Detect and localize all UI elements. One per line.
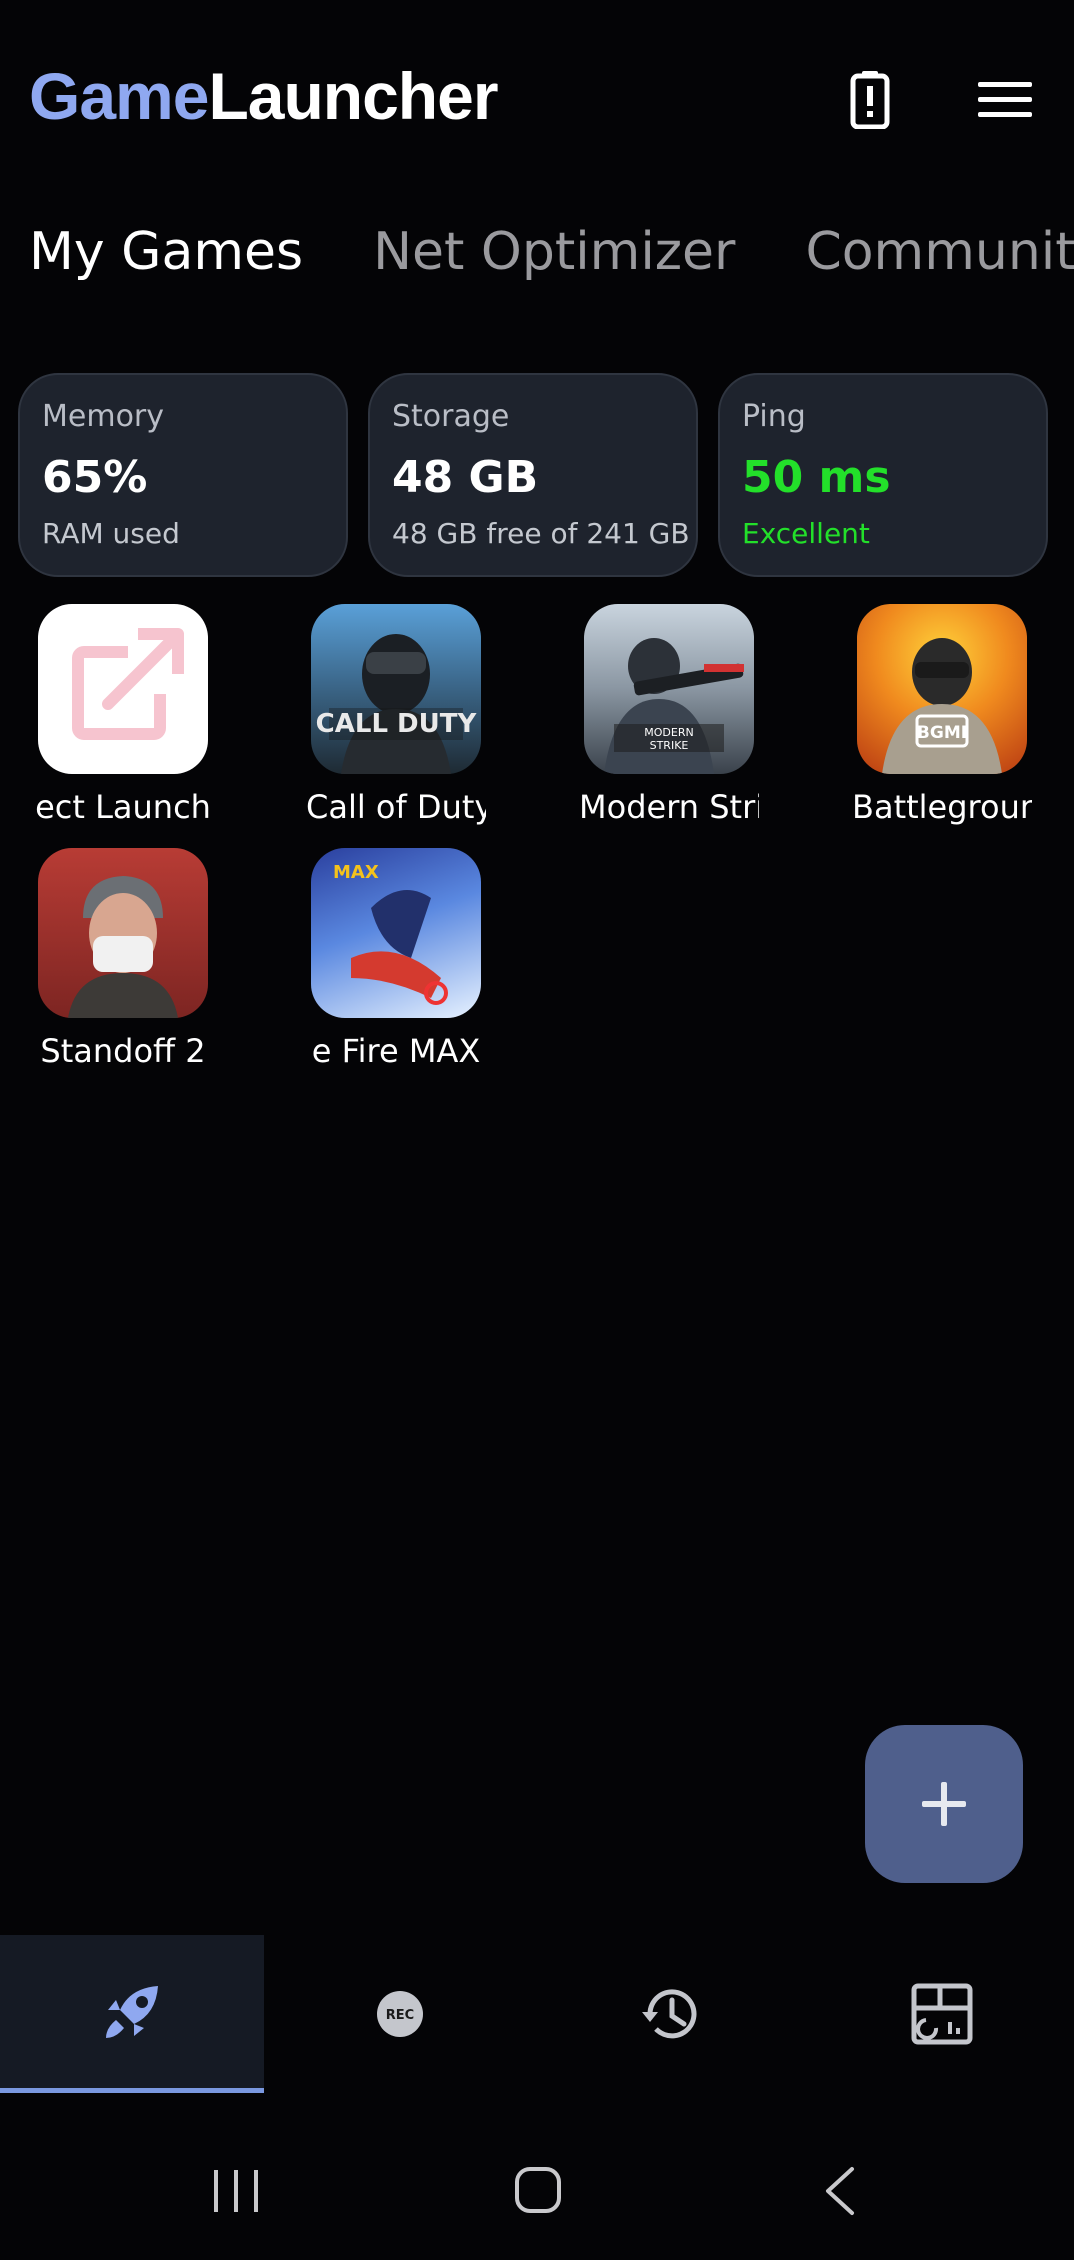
modern-strike-icon: MODERN STRIKE: [584, 604, 754, 774]
game-name: Battlegroun: [852, 788, 1032, 826]
rocket-icon: [106, 1985, 158, 2038]
external-launch-icon: [38, 604, 208, 774]
storage-subtext: 48 GB free of 241 GB: [392, 517, 690, 550]
free-fire-max-icon: MAX: [311, 848, 481, 1018]
game-name: e Fire MAX: [311, 1032, 481, 1070]
memory-subtext: RAM used: [42, 517, 180, 550]
svg-text:CALL DUTY: CALL DUTY: [316, 709, 478, 739]
tab-bar: My Games Net Optimizer Community: [29, 222, 1074, 282]
plus-icon: [922, 1782, 966, 1826]
add-game-button[interactable]: [865, 1725, 1023, 1883]
memory-label: Memory: [42, 399, 165, 434]
game-tile-free-fire-max[interactable]: MAX e Fire MAX: [281, 848, 511, 1070]
tab-net-optimizer[interactable]: Net Optimizer: [373, 222, 735, 282]
history-icon: [642, 1989, 697, 2039]
battlegrounds-icon: BGMI: [857, 604, 1027, 774]
game-name: Modern Stri: [579, 788, 759, 826]
game-tile-standoff-2[interactable]: Standoff 2: [8, 848, 238, 1070]
nav-item-history[interactable]: [538, 1935, 802, 2093]
ping-value: 50 ms: [742, 452, 891, 503]
app-title-part2: Launcher: [208, 59, 498, 133]
game-name: ect Launch: [35, 788, 211, 826]
ping-status: Excellent: [742, 517, 870, 550]
system-navigation-bar: [0, 2120, 1074, 2260]
nav-item-launcher[interactable]: [0, 1935, 264, 2093]
hamburger-menu-icon[interactable]: [975, 70, 1035, 130]
svg-text:MODERN: MODERN: [644, 726, 693, 739]
recents-icon[interactable]: [212, 2168, 260, 2219]
svg-text:STRIKE: STRIKE: [650, 739, 689, 752]
game-tile-direct-launch[interactable]: ect Launch: [8, 604, 238, 826]
game-name: Call of Duty: [306, 788, 486, 826]
game-tile-modern-strike[interactable]: MODERN STRIKE Modern Stri: [554, 604, 784, 826]
call-of-duty-icon: CALL DUTY: [311, 604, 481, 774]
bottom-navigation: REC: [0, 1935, 1074, 2093]
dashboard-icon: [911, 1983, 973, 2045]
standoff-2-icon: [38, 848, 208, 1018]
app-title: GameLauncher: [29, 58, 499, 134]
svg-text:MAX: MAX: [333, 862, 379, 883]
storage-label: Storage: [392, 399, 510, 434]
storage-value: 48 GB: [392, 452, 539, 503]
game-tile-call-of-duty[interactable]: CALL DUTY Call of Duty: [281, 604, 511, 826]
storage-card[interactable]: Storage 48 GB 48 GB free of 241 GB: [368, 373, 698, 577]
rec-icon: REC: [377, 1991, 423, 2037]
svg-text:REC: REC: [386, 2008, 414, 2023]
memory-card[interactable]: Memory 65% RAM used: [18, 373, 348, 577]
game-tile-battlegrounds[interactable]: BGMI Battlegroun: [827, 604, 1057, 826]
ping-card[interactable]: Ping 50 ms Excellent: [718, 373, 1048, 577]
tab-my-games[interactable]: My Games: [29, 222, 303, 282]
back-icon[interactable]: [822, 2166, 858, 2221]
ping-label: Ping: [742, 399, 806, 434]
game-name: Standoff 2: [40, 1032, 206, 1070]
home-icon[interactable]: [514, 2166, 562, 2219]
nav-item-record[interactable]: REC: [270, 1935, 530, 2093]
battery-alert-icon[interactable]: [840, 70, 900, 130]
memory-value: 65%: [42, 452, 148, 503]
app-title-part1: Game: [29, 59, 209, 133]
nav-item-dashboard[interactable]: [810, 1935, 1074, 2093]
tab-community[interactable]: Community: [805, 222, 1074, 282]
svg-text:BGMI: BGMI: [917, 723, 967, 743]
